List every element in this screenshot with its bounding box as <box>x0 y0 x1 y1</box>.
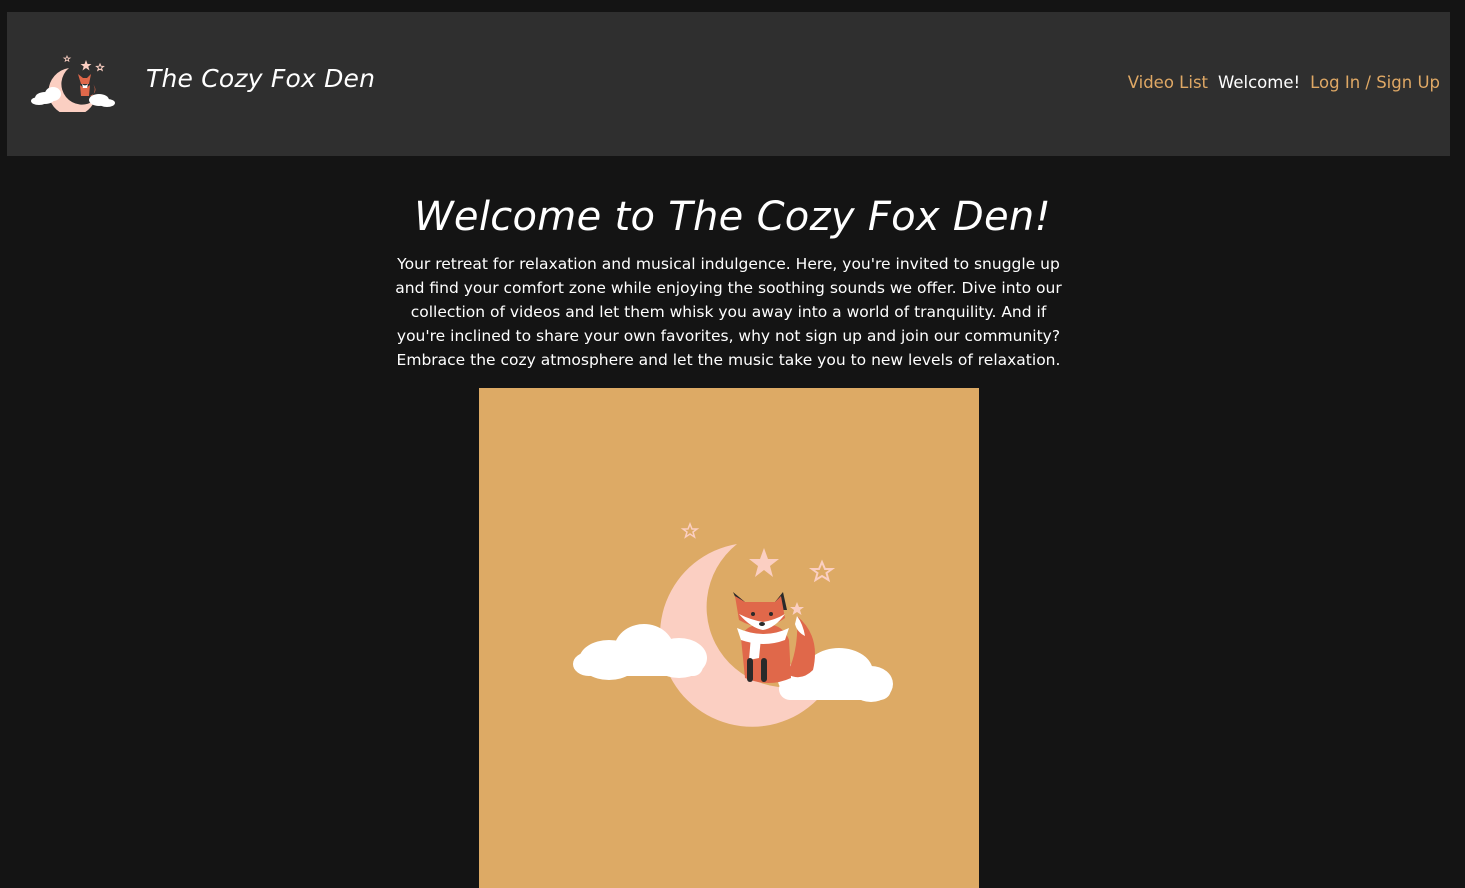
nav-links: Video List Welcome! Log In / Sign Up <box>1128 73 1440 92</box>
intro-paragraph: Your retreat for relaxation and musical … <box>395 255 1062 369</box>
page-heading: Welcome to The Cozy Fox Den! <box>414 194 1051 240</box>
login-signup-link[interactable]: Log In / Sign Up <box>1310 73 1440 92</box>
moon-fox-illustration-icon <box>573 521 893 727</box>
video-list-link[interactable]: Video List <box>1128 73 1208 92</box>
moon-fox-logo-icon[interactable] <box>29 52 115 112</box>
site-title-link[interactable]: The Cozy Fox Den <box>146 64 375 93</box>
top-navbar: The Cozy Fox Den Video List Welcome! Log… <box>7 12 1450 156</box>
hero-image <box>479 388 979 888</box>
welcome-text: Welcome! <box>1218 73 1301 92</box>
